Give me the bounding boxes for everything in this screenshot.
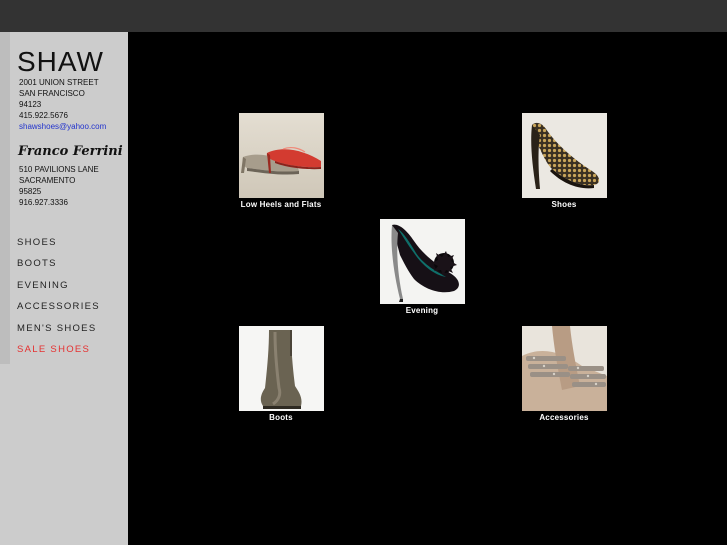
- store2-phone: 916.927.3336: [19, 198, 68, 207]
- gallery-item-low-heels[interactable]: Low Heels and Flats: [226, 113, 336, 209]
- store-address-street: 2001 UNION STREET: [19, 78, 99, 87]
- nav-mens-shoes-link[interactable]: MEN'S SHOES: [17, 323, 100, 344]
- low-heels-photo[interactable]: [238, 113, 324, 198]
- gallery-item-boots[interactable]: Boots: [226, 326, 336, 422]
- nav-accessories-link[interactable]: ACCESSORIES: [17, 301, 100, 322]
- top-bar: [0, 0, 727, 32]
- shoes-photo[interactable]: [521, 113, 607, 198]
- sidebar-edge: [0, 32, 10, 364]
- low-heels-caption[interactable]: Low Heels and Flats: [226, 200, 336, 209]
- boots-caption[interactable]: Boots: [226, 413, 336, 422]
- nav-evening-link[interactable]: EVENING: [17, 280, 100, 301]
- gallery: Low Heels and Flats Shoes Evening Boots …: [128, 32, 727, 545]
- nav-shoes-link[interactable]: SHOES: [17, 237, 100, 258]
- sidebar: SHAW 2001 UNION STREET SAN FRANCISCO 941…: [0, 32, 128, 545]
- boots-photo[interactable]: [238, 326, 324, 411]
- evening-photo[interactable]: [379, 219, 465, 304]
- evening-caption[interactable]: Evening: [367, 306, 477, 315]
- gallery-item-shoes[interactable]: Shoes: [509, 113, 619, 209]
- store2-address-street: 510 PAVILIONS LANE: [19, 165, 99, 174]
- store-address-zip: 94123: [19, 100, 42, 109]
- store-phone: 415.922.5676: [19, 111, 68, 120]
- store-email-link[interactable]: shawshoes@yahoo.com: [19, 122, 106, 131]
- nav-sale-shoes-link[interactable]: SALE SHOES: [17, 344, 100, 365]
- store-address-city: SAN FRANCISCO: [19, 89, 85, 98]
- store2-address-zip: 95825: [19, 187, 42, 196]
- gallery-item-evening[interactable]: Evening: [367, 219, 477, 315]
- accessories-caption[interactable]: Accessories: [509, 413, 619, 422]
- nav-boots-link[interactable]: BOOTS: [17, 258, 100, 279]
- accessories-photo[interactable]: [521, 326, 607, 411]
- main-nav: SHOES BOOTS EVENING ACCESSORIES MEN'S SH…: [17, 237, 100, 365]
- gallery-item-accessories[interactable]: Accessories: [509, 326, 619, 422]
- shoes-caption[interactable]: Shoes: [509, 200, 619, 209]
- brand-logo[interactable]: SHAW: [17, 46, 104, 78]
- store2-address-city: SACRAMENTO: [19, 176, 76, 185]
- franco-ferrini-logo[interactable]: Franco Ferrini: [18, 144, 123, 159]
